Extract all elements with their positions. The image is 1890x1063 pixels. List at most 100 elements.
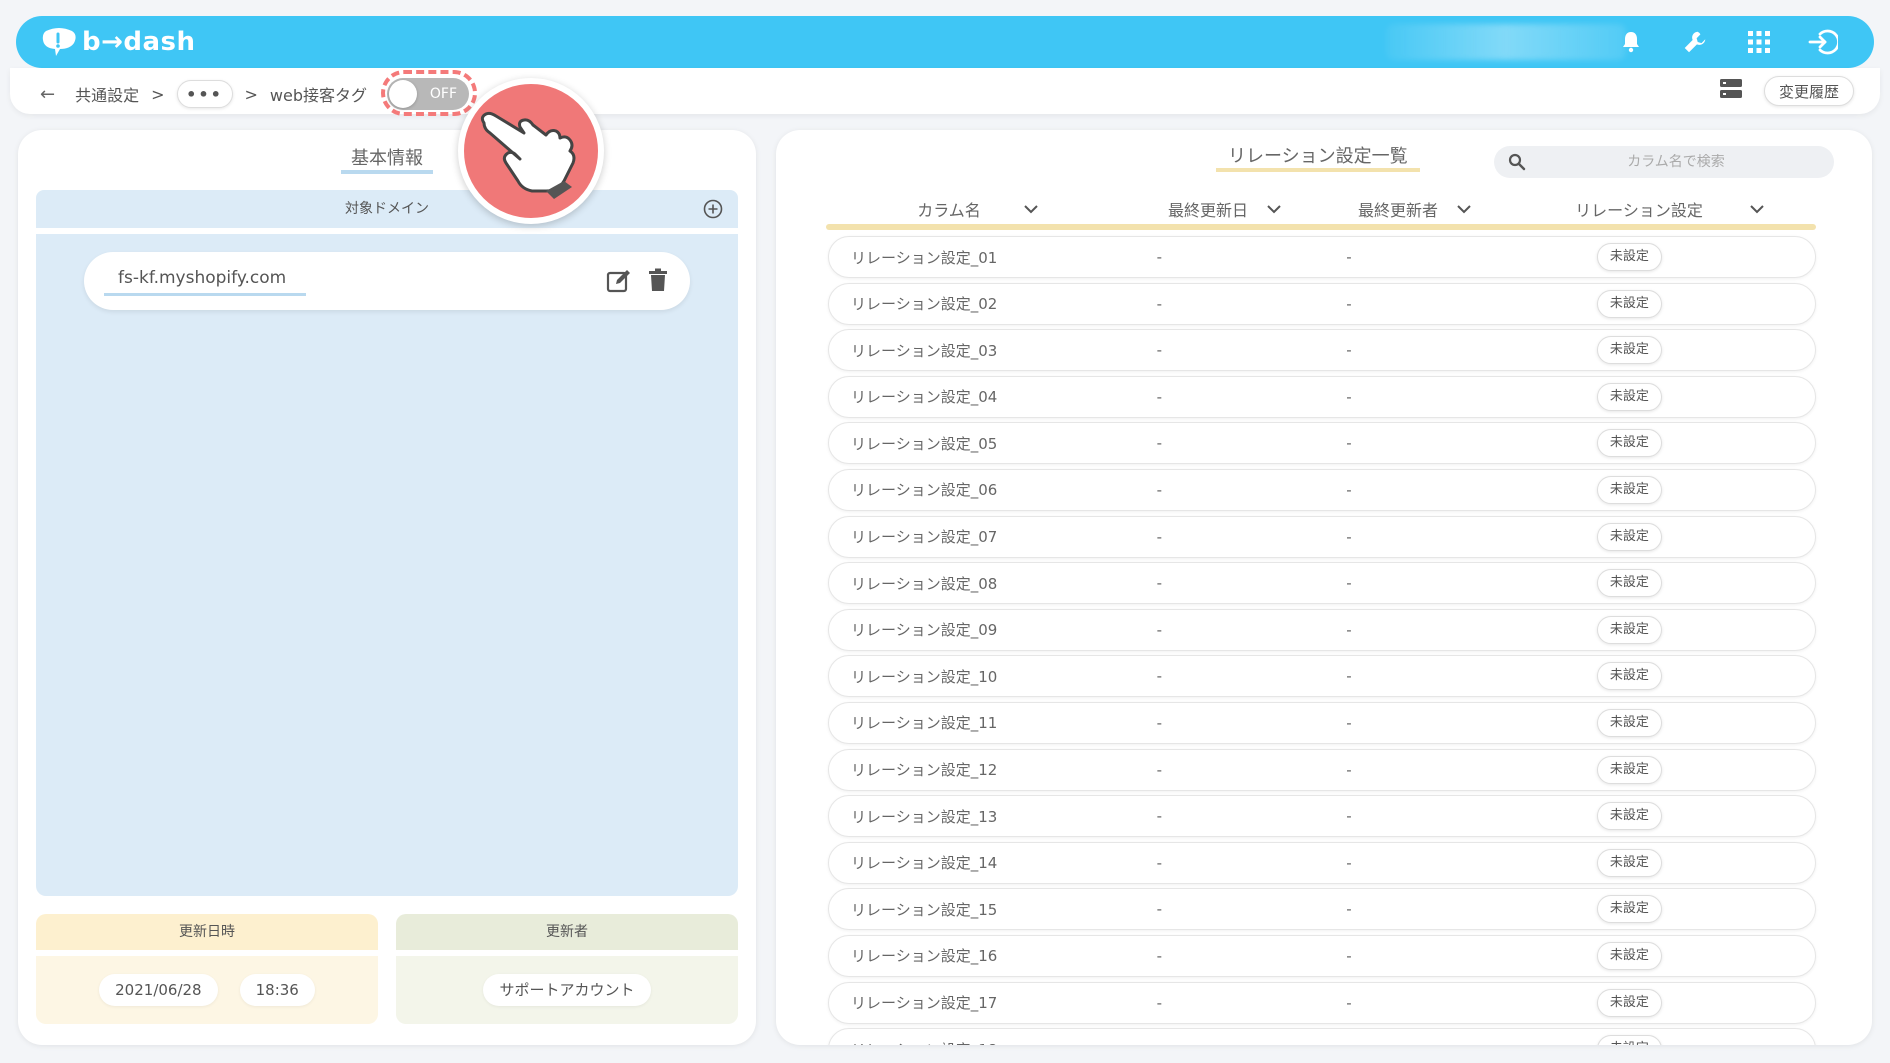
- relation-settings-title: リレーション設定一覧: [1216, 146, 1420, 172]
- domain-name: fs-kf.myshopify.com: [103, 268, 307, 296]
- unset-status-button[interactable]: 未設定: [1596, 429, 1662, 458]
- cell-relation-setting: 未設定: [1444, 988, 1815, 1017]
- table-row[interactable]: リレーション設定_02 - - 未設定: [828, 282, 1816, 325]
- breadcrumb-root-link[interactable]: 共通設定: [75, 82, 139, 106]
- cell-last-updated: -: [1156, 341, 1163, 360]
- cell-last-updated: -: [1156, 527, 1163, 546]
- chevron-down-icon: [1457, 205, 1471, 214]
- unset-status-button[interactable]: 未設定: [1596, 662, 1662, 691]
- cell-last-updater: -: [1346, 294, 1352, 313]
- cell-last-updated: -: [1156, 900, 1163, 919]
- cell-column-name: リレーション設定_11: [851, 714, 998, 733]
- table-row[interactable]: リレーション設定_11 - - 未設定: [828, 701, 1816, 744]
- unset-status-button[interactable]: 未設定: [1596, 382, 1662, 411]
- cell-column-name: リレーション設定_06: [851, 481, 998, 500]
- app-logo[interactable]: b→dash: [40, 27, 196, 57]
- cell-relation-setting: 未設定: [1444, 522, 1815, 551]
- unset-status-button[interactable]: 未設定: [1596, 289, 1662, 318]
- cell-relation-setting: 未設定: [1444, 475, 1815, 504]
- unset-status-button[interactable]: 未設定: [1596, 941, 1662, 970]
- table-row[interactable]: リレーション設定_13 - - 未設定: [828, 795, 1816, 838]
- cell-last-updated: -: [1156, 760, 1163, 779]
- cell-column-name: リレーション設定_16: [851, 947, 998, 966]
- cell-last-updated: -: [1156, 387, 1163, 406]
- cell-relation-setting: 未設定: [1444, 615, 1815, 644]
- toggle-label: OFF: [429, 86, 458, 102]
- back-arrow-icon[interactable]: ←: [40, 84, 55, 105]
- logo-text: b→dash: [82, 27, 196, 57]
- cell-relation-setting: 未設定: [1444, 802, 1815, 831]
- table-row[interactable]: リレーション設定_04 - - 未設定: [828, 375, 1816, 418]
- cell-column-name: リレーション設定_05: [851, 434, 998, 453]
- cell-column-name: リレーション設定_17: [851, 994, 998, 1012]
- unset-status-button[interactable]: 未設定: [1596, 475, 1662, 504]
- column-header-last-updated[interactable]: 最終更新日: [1130, 197, 1320, 221]
- unset-status-button[interactable]: 未設定: [1596, 615, 1662, 644]
- table-row[interactable]: リレーション設定_06 - - 未設定: [828, 468, 1816, 511]
- cell-last-updated: -: [1156, 620, 1163, 639]
- table-header: カラム名 最終更新日 最終更新者 リレーション設定: [826, 192, 1866, 226]
- table-row[interactable]: リレーション設定_03 - - 未設定: [828, 329, 1816, 372]
- cell-last-updated: -: [1156, 574, 1163, 593]
- change-history-button[interactable]: 変更履歴: [1763, 76, 1854, 106]
- cell-relation-setting: 未設定: [1444, 755, 1815, 784]
- logout-icon[interactable]: [1808, 27, 1838, 57]
- cell-last-updater: -: [1346, 434, 1352, 453]
- cell-column-name: リレーション設定_01: [851, 248, 998, 267]
- unset-status-button[interactable]: 未設定: [1596, 895, 1662, 924]
- column-header-name[interactable]: カラム名: [826, 197, 1130, 221]
- table-row[interactable]: リレーション設定_05 - - 未設定: [828, 422, 1816, 465]
- apps-grid-icon[interactable]: [1744, 27, 1774, 57]
- updated-at-values: 2021/06/28 18:36: [36, 956, 378, 1024]
- column-header-label: リレーション設定: [1575, 201, 1703, 220]
- unset-status-button[interactable]: 未設定: [1596, 569, 1662, 598]
- cell-column-name: リレーション設定_14: [851, 854, 998, 873]
- cell-last-updater: -: [1346, 387, 1352, 406]
- search-input[interactable]: [1556, 154, 1796, 170]
- cell-last-updated: -: [1065, 1040, 1255, 1045]
- column-header-last-updater[interactable]: 最終更新者: [1320, 197, 1510, 221]
- column-search-box[interactable]: [1494, 146, 1834, 178]
- cell-last-updater: -: [1254, 1040, 1444, 1045]
- table-row[interactable]: リレーション設定_16 - - 未設定: [828, 934, 1816, 977]
- table-row[interactable]: リレーション設定_18--未設定: [828, 1028, 1816, 1045]
- table-row[interactable]: リレーション設定_07 - - 未設定: [828, 515, 1816, 558]
- table-row[interactable]: リレーション設定_17 - - 未設定: [828, 981, 1816, 1024]
- table-row[interactable]: リレーション設定_09 - - 未設定: [828, 608, 1816, 651]
- active-toggle[interactable]: OFF: [387, 78, 470, 110]
- table-row[interactable]: リレーション設定_14 - - 未設定: [828, 841, 1816, 884]
- unset-status-button[interactable]: 未設定: [1596, 848, 1662, 877]
- chevron-down-icon: [1267, 205, 1281, 214]
- breadcrumb-more-button[interactable]: •••: [176, 80, 233, 108]
- unset-status-button[interactable]: 未設定: [1596, 336, 1662, 365]
- account-info-blurred: [1386, 24, 1626, 60]
- table-row[interactable]: リレーション設定_15 - - 未設定: [828, 888, 1816, 931]
- unset-status-button[interactable]: 未設定: [1596, 1035, 1662, 1045]
- cell-relation-setting: 未設定: [1444, 243, 1815, 271]
- cell-last-updater: -: [1346, 341, 1352, 360]
- cell-relation-setting: 未設定: [1444, 895, 1815, 924]
- table-row[interactable]: リレーション設定_01 - - 未設定: [828, 236, 1816, 278]
- table-row[interactable]: リレーション設定_08 - - 未設定: [828, 562, 1816, 605]
- edit-icon[interactable]: [606, 268, 632, 294]
- unset-status-button[interactable]: 未設定: [1596, 708, 1662, 737]
- delete-icon[interactable]: [648, 268, 668, 292]
- unset-status-button[interactable]: 未設定: [1596, 755, 1662, 784]
- unset-status-button[interactable]: 未設定: [1596, 802, 1662, 831]
- tutorial-pointer: [458, 78, 604, 224]
- active-toggle-wrapper: OFF: [381, 70, 478, 116]
- unset-status-button[interactable]: 未設定: [1596, 522, 1662, 551]
- cell-relation-setting: 未設定: [1444, 848, 1815, 877]
- cell-column-name: リレーション設定_07: [851, 528, 998, 547]
- table-row[interactable]: リレーション設定_10 - - 未設定: [828, 655, 1816, 698]
- table-row[interactable]: リレーション設定_12 - - 未設定: [828, 748, 1816, 791]
- column-header-relation[interactable]: リレーション設定: [1510, 197, 1830, 221]
- add-domain-icon[interactable]: [702, 198, 724, 220]
- unset-status-button[interactable]: 未設定: [1596, 988, 1662, 1017]
- bell-icon[interactable]: [1616, 27, 1646, 57]
- layout-switch-icon[interactable]: [1719, 79, 1742, 103]
- updated-at-header: 更新日時: [36, 914, 378, 950]
- wrench-icon[interactable]: [1680, 27, 1710, 57]
- cell-column-name: リレーション設定_12: [851, 761, 998, 780]
- unset-status-button[interactable]: 未設定: [1596, 243, 1662, 271]
